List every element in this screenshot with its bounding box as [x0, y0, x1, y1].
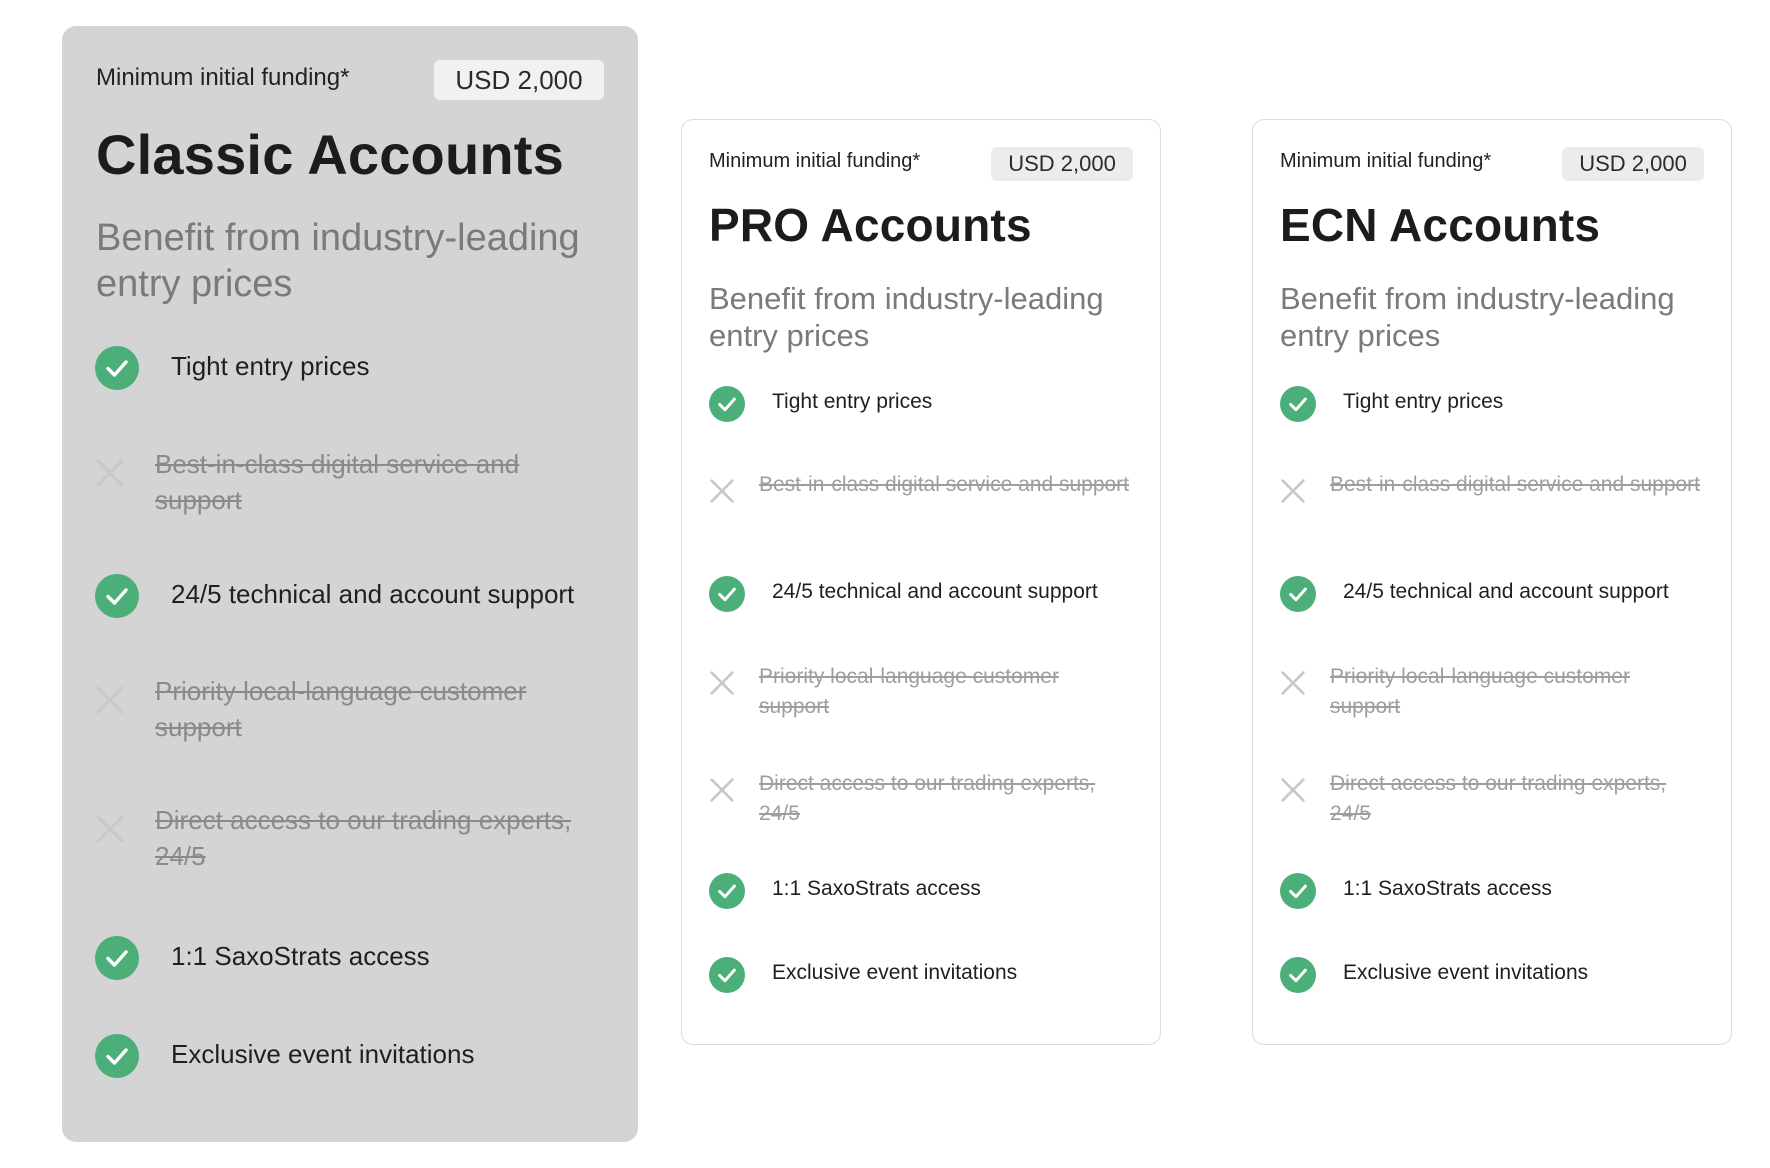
cross-icon: [96, 815, 124, 843]
feature-text: Exclusive event invitations: [1343, 961, 1589, 984]
price-badge: USD 2,000: [1562, 147, 1704, 181]
price-badge: USD 2,000: [434, 60, 604, 100]
feature-text: Direct access to our trading experts, 24…: [759, 772, 1096, 826]
cross-icon: [1281, 479, 1305, 503]
funding-label: Minimum initial funding*: [96, 64, 350, 91]
check-circle-icon: [1280, 873, 1316, 909]
check-circle-icon: [709, 386, 745, 422]
feature-text: Tight entry prices: [1343, 390, 1504, 413]
plan-card-ecn[interactable]: Minimum initial funding* USD 2,000 ECN A…: [1252, 119, 1732, 1045]
check-circle-icon: [709, 957, 745, 993]
feature-text: 24/5 technical and account support: [1343, 580, 1669, 603]
plan-title: ECN Accounts: [1280, 199, 1601, 251]
feature-text: Direct access to our trading experts, 24…: [155, 805, 572, 872]
feature-text: Exclusive event invitations: [772, 961, 1018, 984]
check-circle-icon: [709, 576, 745, 612]
feature-text: Tight entry prices: [171, 351, 370, 381]
feature-text: 1:1 SaxoStrats access: [171, 941, 430, 971]
check-circle-icon: [1280, 576, 1316, 612]
cross-icon: [96, 686, 124, 714]
feature-text: 1:1 SaxoStrats access: [1343, 877, 1552, 900]
feature-text: Priority local-language customer support: [759, 665, 1059, 719]
check-circle-icon: [95, 936, 139, 980]
funding-label: Minimum initial funding*: [709, 150, 921, 172]
feature-text: Priority local-language customer support: [1330, 665, 1630, 719]
feature-text: 24/5 technical and account support: [772, 580, 1098, 603]
feature-text: Best-in-class digital service and suppor…: [1330, 473, 1701, 496]
check-circle-icon: [1280, 386, 1316, 422]
plan-subtitle: Benefit from industry-leading entry pric…: [1280, 281, 1675, 354]
cross-icon: [1281, 671, 1305, 695]
check-circle-icon: [95, 574, 139, 618]
feature-text: 24/5 technical and account support: [171, 579, 575, 609]
plan-title: Classic Accounts: [96, 123, 564, 186]
feature-text: 1:1 SaxoStrats access: [772, 877, 981, 900]
cross-icon: [710, 479, 734, 503]
feature-text: Tight entry prices: [772, 390, 933, 413]
feature-text: Exclusive event invitations: [171, 1039, 475, 1069]
plan-title: PRO Accounts: [709, 199, 1032, 251]
price-badge: USD 2,000: [991, 147, 1133, 181]
feature-text: Best-in-class digital service and suppor…: [155, 449, 520, 516]
feature-text: Best-in-class digital service and suppor…: [759, 473, 1130, 496]
check-circle-icon: [1280, 957, 1316, 993]
check-circle-icon: [95, 1034, 139, 1078]
plan-subtitle: Benefit from industry-leading entry pric…: [96, 217, 580, 305]
cross-icon: [1281, 778, 1305, 802]
check-circle-icon: [95, 346, 139, 390]
feature-text: Direct access to our trading experts, 24…: [1330, 772, 1667, 826]
cross-icon: [710, 778, 734, 802]
check-circle-icon: [709, 873, 745, 909]
plan-card-pro[interactable]: Minimum initial funding* USD 2,000 PRO A…: [681, 119, 1161, 1045]
plan-subtitle: Benefit from industry-leading entry pric…: [709, 281, 1104, 354]
plan-card-classic[interactable]: Minimum initial funding* USD 2,000 Class…: [62, 26, 638, 1142]
feature-text: Priority local-language customer support: [155, 676, 527, 743]
cross-icon: [96, 459, 124, 487]
funding-label: Minimum initial funding*: [1280, 150, 1492, 172]
cross-icon: [710, 671, 734, 695]
